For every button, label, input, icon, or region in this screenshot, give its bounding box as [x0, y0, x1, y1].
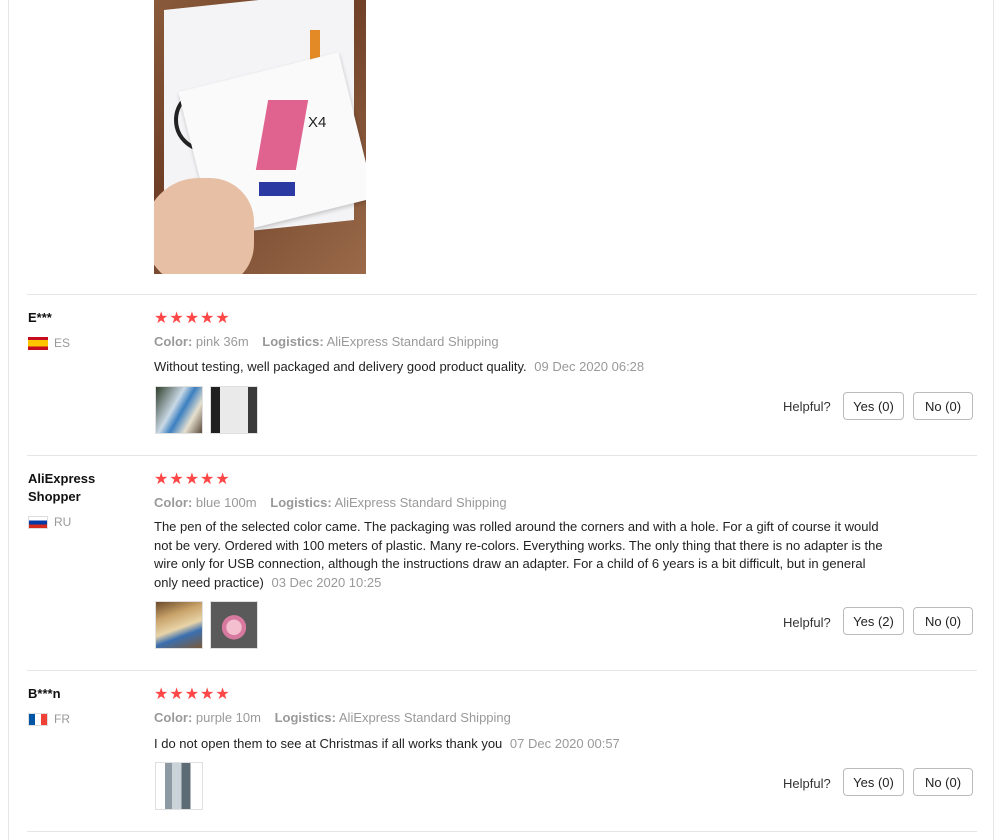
star-rating: ★★★★★: [154, 686, 231, 703]
right-border: [993, 0, 994, 840]
color-label: Color:: [154, 710, 193, 725]
review-divider: [27, 831, 977, 832]
helpful-yes-button[interactable]: Yes (2): [843, 607, 904, 635]
review-date: 03 Dec 2020 10:25: [271, 574, 382, 590]
review-divider: [27, 455, 977, 456]
review-thumbnail[interactable]: [210, 386, 258, 434]
review-meta: Color: blue 100m Logistics: AliExpress S…: [154, 495, 507, 510]
review-body: The pen of the selected color came. The …: [154, 519, 883, 590]
review-thumbnail[interactable]: [155, 762, 203, 810]
photo-hand: [154, 178, 254, 274]
helpful-label: Helpful?: [783, 776, 831, 791]
reviewer-country: FR: [28, 712, 70, 726]
flag-ru-icon: [28, 515, 48, 529]
review-photo-large[interactable]: X4: [154, 0, 366, 274]
logistics-label: Logistics:: [262, 334, 324, 349]
star-rating: ★★★★★: [154, 471, 231, 488]
review-thumbnail[interactable]: [155, 601, 203, 649]
country-code: FR: [54, 712, 70, 726]
review-body: Without testing, well packaged and deliv…: [154, 359, 527, 374]
review-date: 07 Dec 2020 00:57: [509, 736, 620, 751]
helpful-no-button[interactable]: No (0): [913, 392, 973, 420]
review-divider: [27, 294, 977, 295]
review-meta: Color: pink 36m Logistics: AliExpress St…: [154, 334, 499, 349]
star-rating: ★★★★★: [154, 310, 231, 327]
color-value: blue 100m: [195, 495, 257, 510]
reviewer-name: AliExpress Shopper: [28, 471, 96, 504]
logistics-label: Logistics:: [274, 710, 336, 725]
review-body: I do not open them to see at Christmas i…: [154, 736, 503, 751]
logistics-value: AliExpress Standard Shipping: [338, 710, 511, 725]
color-value: pink 36m: [195, 334, 249, 349]
helpful-label: Helpful?: [783, 615, 831, 630]
reviewer-name: B***n: [28, 686, 61, 701]
reviewer-country: ES: [28, 336, 70, 350]
helpful-yes-button[interactable]: Yes (0): [843, 392, 904, 420]
color-label: Color:: [154, 495, 193, 510]
helpful-yes-button[interactable]: Yes (0): [843, 768, 904, 796]
photo-detail: [259, 182, 295, 196]
logistics-label: Logistics:: [270, 495, 332, 510]
review-date: 09 Dec 2020 06:28: [534, 359, 645, 374]
logistics-value: AliExpress Standard Shipping: [334, 495, 507, 510]
review-thumbnail[interactable]: [210, 601, 258, 649]
helpful-no-button[interactable]: No (0): [913, 768, 973, 796]
logistics-value: AliExpress Standard Shipping: [326, 334, 499, 349]
photo-overlay-text: X4: [308, 114, 327, 131]
review-text: The pen of the selected color came. The …: [154, 518, 884, 592]
review-divider: [27, 670, 977, 671]
review-meta: Color: purple 10m Logistics: AliExpress …: [154, 710, 511, 725]
helpful-no-button[interactable]: No (0): [913, 607, 973, 635]
flag-es-icon: [28, 336, 48, 350]
country-code: RU: [54, 515, 72, 529]
review-text: Without testing, well packaged and deliv…: [154, 358, 884, 377]
helpful-label: Helpful?: [783, 399, 831, 414]
color-label: Color:: [154, 334, 193, 349]
color-value: purple 10m: [195, 710, 261, 725]
reviewer-name: E***: [28, 310, 52, 325]
reviewer-country: RU: [28, 515, 71, 529]
review-text: I do not open them to see at Christmas i…: [154, 735, 884, 754]
flag-fr-icon: [28, 712, 48, 726]
country-code: ES: [54, 336, 71, 350]
left-border: [8, 0, 9, 840]
review-thumbnail[interactable]: [155, 386, 203, 434]
